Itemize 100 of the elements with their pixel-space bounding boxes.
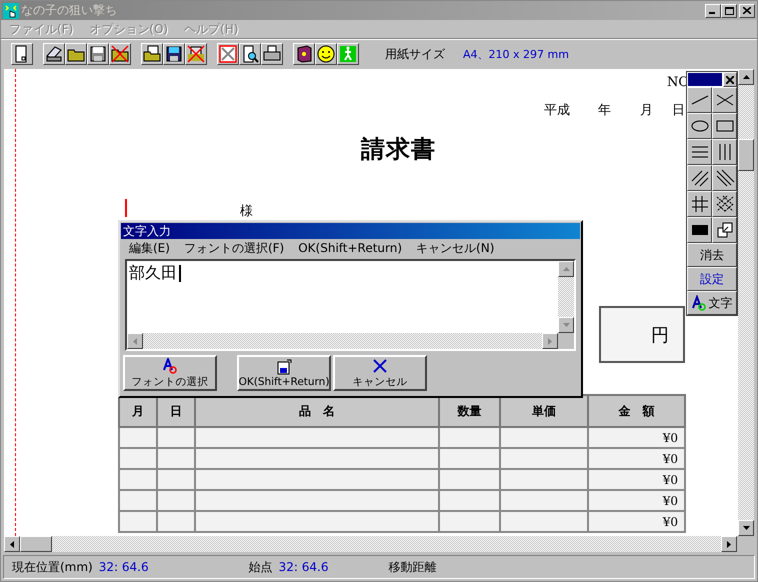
toolbar-button[interactable] (185, 43, 207, 65)
menu-item[interactable]: キャンセル(N) (416, 240, 494, 256)
status-value: 32: 64.6 (278, 560, 328, 574)
close-icon (743, 7, 751, 14)
palette-button[interactable]: 設定 (687, 267, 737, 291)
toolbar-button[interactable] (261, 43, 283, 65)
date-label: 日 (672, 102, 685, 119)
line-tool[interactable] (687, 87, 712, 113)
close-button[interactable] (723, 72, 737, 87)
crosshatch-tool[interactable] (712, 191, 737, 217)
maximize-button[interactable] (721, 4, 737, 18)
up-arrow-icon (742, 75, 750, 79)
close-button[interactable] (739, 4, 755, 18)
toolbar-button[interactable] (43, 43, 65, 65)
color-swatch[interactable] (687, 72, 723, 87)
toolbar-button[interactable] (87, 43, 109, 65)
column-header: 単価 (500, 395, 588, 427)
column-header: 金 額 (588, 395, 685, 427)
cross-icon (372, 358, 388, 374)
date-label: 年 (598, 102, 611, 119)
text-cursor (125, 199, 127, 217)
printer-icon (263, 45, 281, 63)
honorific: 様 (240, 203, 253, 220)
toolbar-button[interactable] (217, 43, 239, 65)
book-icon (295, 45, 313, 63)
scroll-down-button[interactable] (738, 520, 754, 536)
palette-button[interactable]: 消去 (687, 243, 737, 267)
toolbar-button[interactable] (65, 43, 87, 65)
vertical-lines-tool[interactable] (712, 139, 737, 165)
document-title: 請求書 (361, 134, 436, 165)
cancel-button[interactable]: キャンセル (333, 355, 427, 391)
toolbar-button[interactable] (337, 43, 359, 65)
status-label: 移動距離 (388, 558, 436, 576)
scroll-left-button[interactable] (4, 536, 20, 552)
palette-button[interactable]: 文字 (687, 291, 737, 315)
folder-docs-icon (143, 45, 161, 63)
column-header: 品 名 (195, 395, 439, 427)
status-value: 32: 64.6 (98, 560, 149, 574)
floppy-icon (89, 45, 107, 63)
scrollbar-corner (558, 333, 574, 349)
folder-cross-icon (111, 45, 129, 63)
menu-item[interactable]: 編集(E) (129, 240, 170, 256)
left-arrow-icon (10, 540, 14, 548)
table-cell: ¥0 (588, 511, 685, 532)
backslash-lines-icon (714, 169, 734, 187)
copy-tool[interactable] (712, 217, 737, 243)
table-cell: ¥0 (588, 427, 685, 448)
scroll-right-button[interactable] (721, 536, 737, 552)
toolbar-button[interactable] (109, 43, 131, 65)
filled-rect-tool[interactable] (687, 217, 712, 243)
window-title: なの子の狙い撃ち (21, 2, 118, 19)
toolbar-button[interactable] (315, 43, 337, 65)
up-arrow-icon (562, 267, 570, 271)
status-label: 始点 (248, 558, 273, 576)
paper-size-label: 用紙サイズ (385, 46, 445, 62)
toolbar-button[interactable] (141, 43, 163, 65)
down-arrow-icon (562, 323, 570, 327)
right-arrow-icon (727, 540, 731, 548)
crossed-lines-tool[interactable] (712, 87, 737, 113)
ellipse-tool[interactable] (687, 113, 712, 139)
toolbar-button[interactable] (163, 43, 185, 65)
scroll-down-button[interactable] (558, 317, 574, 333)
scroll-thumb[interactable] (20, 536, 52, 552)
yen-unit: 円 (651, 324, 669, 346)
down-arrow-icon (742, 526, 750, 530)
ok-button[interactable]: OK(Shift+Return) (237, 355, 331, 391)
font-icon (692, 295, 708, 311)
text-input-field[interactable]: 部久田 (125, 259, 576, 351)
paper-size-value: A4、210 x 297 mm (463, 46, 569, 62)
diagonal-lines-tool[interactable] (687, 165, 712, 191)
toolbar-button[interactable] (293, 43, 315, 65)
rectangle-tool[interactable] (712, 113, 737, 139)
minimize-button[interactable] (705, 4, 721, 18)
column-header: 月 (119, 395, 157, 427)
toolbar-button[interactable] (11, 43, 33, 65)
scroll-left-button[interactable] (127, 333, 143, 349)
copy-icon (714, 221, 734, 239)
scroll-thumb[interactable] (738, 139, 754, 171)
frame-cross-icon (219, 45, 237, 63)
menu-item[interactable]: フォントの選択(F) (184, 240, 284, 256)
app-icon (3, 2, 19, 18)
table-cell: ¥0 (588, 469, 685, 490)
backslash-lines-tool[interactable] (712, 165, 737, 191)
grid-icon (690, 195, 710, 213)
menu-item[interactable]: OK(Shift+Return) (298, 241, 402, 255)
magnifier-doc-icon (241, 45, 259, 63)
left-arrow-icon (133, 338, 137, 344)
doc-cross-icon (187, 45, 205, 63)
smiley-icon (317, 45, 335, 63)
horizontal-lines-tool[interactable] (687, 139, 712, 165)
exit-icon (339, 45, 357, 63)
date-label: 平成 (544, 102, 570, 119)
scroll-right-button[interactable] (542, 333, 558, 349)
font-button[interactable]: フォントの選択 (123, 355, 217, 391)
date-label: 月 (640, 102, 653, 119)
scroll-up-button[interactable] (558, 261, 574, 277)
grid-tool[interactable] (687, 191, 712, 217)
toolbar-button[interactable] (239, 43, 261, 65)
scroll-up-button[interactable] (738, 69, 754, 85)
right-arrow-icon (548, 338, 552, 344)
